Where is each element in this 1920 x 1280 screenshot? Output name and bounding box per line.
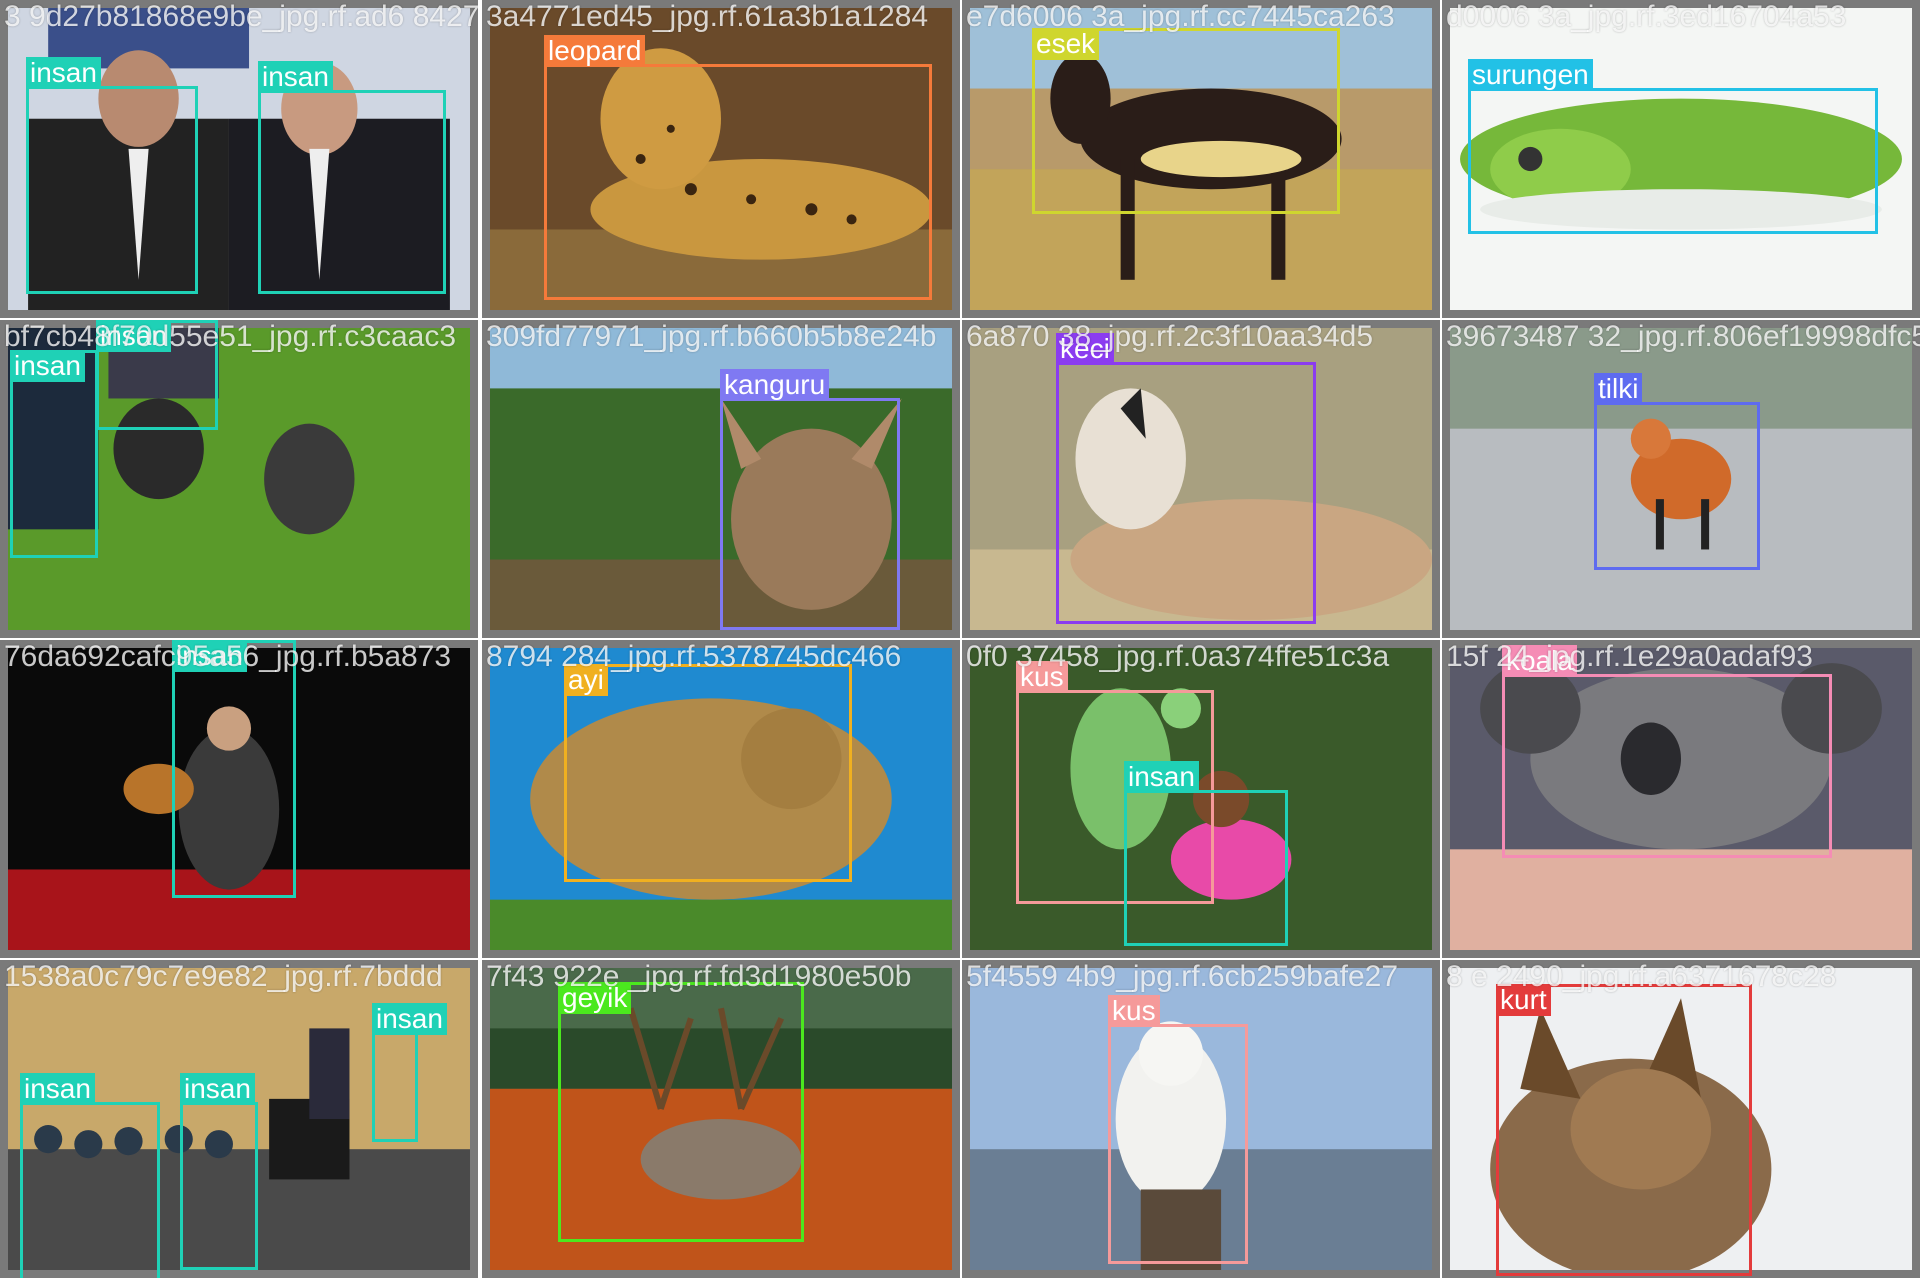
- box-label: surungen: [1468, 59, 1593, 91]
- tile-filename: 39673487 32_jpg.rf.806ef19998dfc5: [1446, 320, 1920, 353]
- bounding-box-insan: insan: [258, 61, 446, 294]
- tile-filename: 76da692cafc95a56_jpg.rf.b5a873: [4, 640, 452, 673]
- image-tile: bf7cb48f70d55e51_jpg.rf.c3caac3 insan insa…: [0, 320, 478, 638]
- image-tile: 1538a0c79c7e9e82_jpg.rf.7bdddinsan insan i…: [0, 960, 478, 1278]
- bounding-box-leopard: leopard: [544, 35, 932, 300]
- bounding-box-insan: insan: [20, 1073, 160, 1278]
- tile-filename: 5f4559 4b9_jpg.rf.6cb259bafe27: [966, 960, 1399, 993]
- box-label: insan: [372, 1003, 447, 1035]
- bounding-box-insan: insan: [1124, 761, 1288, 946]
- image-tile: 0f0 37458_jpg.rf.0a374ffe51c3a kus insan: [962, 640, 1440, 958]
- tile-filename: 0f0 37458_jpg.rf.0a374ffe51c3a: [966, 640, 1390, 673]
- box-label: tilki: [1594, 373, 1643, 405]
- box-label: insan: [10, 350, 85, 382]
- bounding-box-insan: insan: [10, 350, 98, 558]
- box-label: kus: [1108, 995, 1160, 1027]
- bounding-box-insan: insan: [26, 57, 198, 294]
- image-tile: 3 9d27b81868e9be_jpg.rf.ad6 8427 insan in…: [0, 0, 478, 318]
- tile-filename: 1538a0c79c7e9e82_jpg.rf.7bddd: [4, 960, 443, 993]
- tile-filename: 8 e 2490_jpg.rf.a6371678c28: [1446, 960, 1837, 993]
- bounding-box-insan: insan: [372, 1003, 447, 1142]
- bounding-box-esek: esek: [1032, 28, 1340, 214]
- tile-filename: 3 9d27b81868e9be_jpg.rf.ad6 8427: [4, 0, 478, 33]
- tile-filename: bf7cb48f70d55e51_jpg.rf.c3caac3: [4, 320, 457, 353]
- bounding-box-ayi: ayi: [564, 664, 852, 882]
- image-tile: 8 e 2490_jpg.rf.a6371678c28 kurt: [1442, 960, 1920, 1278]
- box-label: insan: [1124, 761, 1199, 793]
- bounding-box-kus: kus: [1108, 995, 1248, 1264]
- image-tile: 39673487 32_jpg.rf.806ef19998dfc5tilki: [1442, 320, 1920, 638]
- image-grid: 3 9d27b81868e9be_jpg.rf.ad6 8427 insan in…: [0, 0, 1920, 1280]
- tile-filename: 309fd77971_jpg.rf.b660b5b8e24b: [486, 320, 937, 353]
- bounding-box-insan: insan: [180, 1073, 258, 1270]
- image-tile: 309fd77971_jpg.rf.b660b5b8e24bkanguru: [482, 320, 960, 638]
- tile-filename: d0006 3a_jpg.rf.3ed16704a53: [1446, 0, 1847, 33]
- image-tile: 15f 24_jpg.rf.1e29a0adaf93 koala: [1442, 640, 1920, 958]
- bounding-box-insan: insan: [172, 640, 296, 898]
- image-tile: e7d6006 3a_jpg.rf.cc7445ca263 esek: [962, 0, 1440, 318]
- box-label: insan: [20, 1073, 95, 1105]
- bounding-box-kanguru: kanguru: [720, 369, 900, 630]
- bounding-box-keci: keci: [1056, 333, 1316, 624]
- box-label: insan: [180, 1073, 255, 1105]
- box-label: insan: [258, 61, 333, 93]
- bounding-box-kurt: kurt: [1496, 984, 1752, 1276]
- image-tile: 8794 284_jpg.rf.5378745dc466 ayi: [482, 640, 960, 958]
- box-label: kanguru: [720, 369, 830, 401]
- image-tile: 3a4771ed45_jpg.rf.61a3b1a1284 leopard: [482, 0, 960, 318]
- image-tile: 7f43 922e _jpg.rf.fd3d1980e50b geyik: [482, 960, 960, 1278]
- image-tile: 76da692cafc95a56_jpg.rf.b5a873 insan: [0, 640, 478, 958]
- tile-filename: 15f 24_jpg.rf.1e29a0adaf93: [1446, 640, 1813, 673]
- tile-filename: 6a870 38_jpg.rf.2c3f10aa34d5: [966, 320, 1374, 353]
- tile-filename: 7f43 922e _jpg.rf.fd3d1980e50b: [486, 960, 912, 993]
- tile-filename: 8794 284_jpg.rf.5378745dc466: [486, 640, 902, 673]
- bounding-box-geyik: geyik: [558, 982, 804, 1242]
- box-label: leopard: [544, 35, 646, 67]
- bounding-box-koala: koala: [1502, 645, 1832, 858]
- tile-filename: e7d6006 3a_jpg.rf.cc7445ca263: [966, 0, 1395, 33]
- box-label: insan: [26, 57, 101, 89]
- tile-filename: 3a4771ed45_jpg.rf.61a3b1a1284: [486, 0, 929, 33]
- image-tile: d0006 3a_jpg.rf.3ed16704a53 surungen: [1442, 0, 1920, 318]
- image-tile: 5f4559 4b9_jpg.rf.6cb259bafe27 kus: [962, 960, 1440, 1278]
- bounding-box-tilki: tilki: [1594, 373, 1760, 570]
- image-tile: 6a870 38_jpg.rf.2c3f10aa34d5 keci: [962, 320, 1440, 638]
- bounding-box-surungen: surungen: [1468, 59, 1878, 234]
